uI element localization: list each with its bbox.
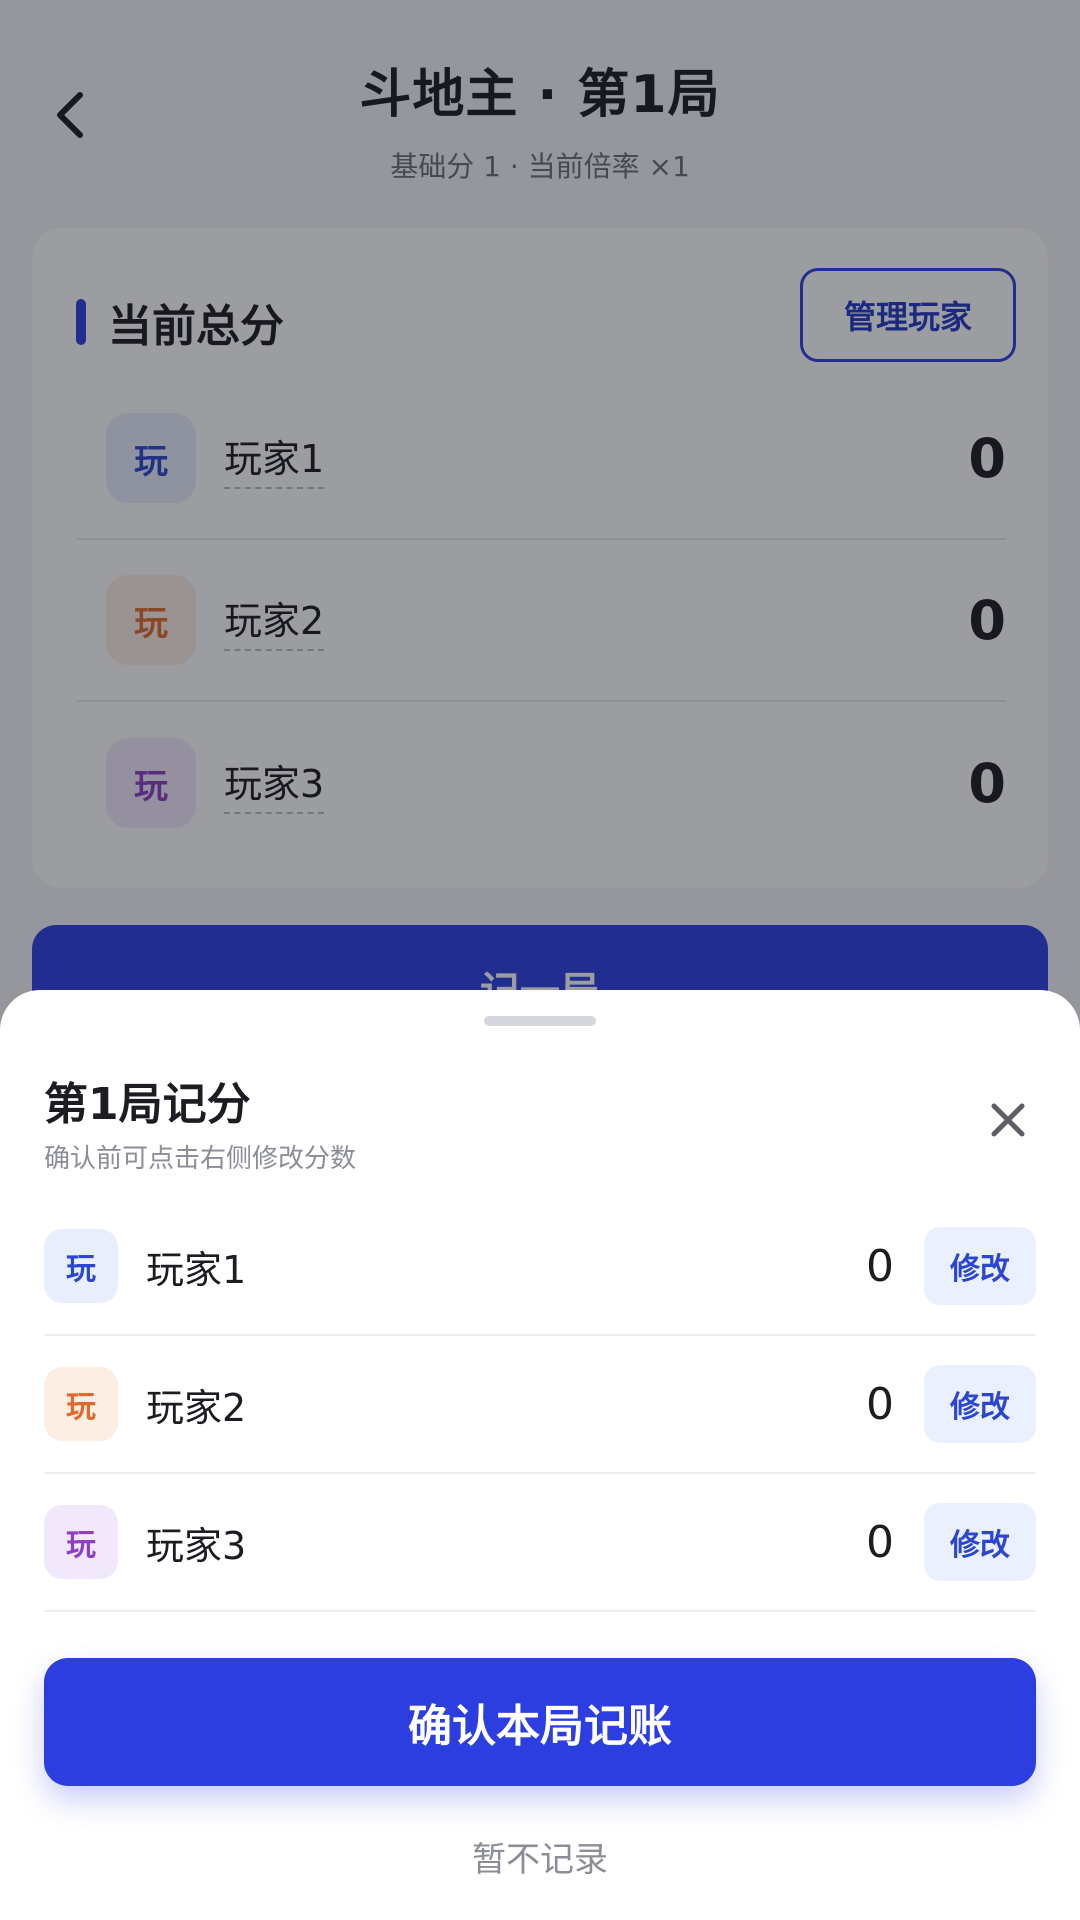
round-score-sheet: 第1局记分 确认前可点击右侧修改分数 玩 玩家1 0 修改 玩 玩家2 0 修改… — [0, 990, 1080, 1920]
avatar: 玩 — [44, 1367, 118, 1441]
sheet-title: 第1局记分 — [44, 1079, 251, 1130]
score-row: 玩 玩家1 0 修改 — [44, 1198, 1036, 1336]
score-row: 玩 玩家2 0 修改 — [44, 1336, 1036, 1474]
player-name: 玩家3 — [146, 1523, 247, 1568]
edit-score-button[interactable]: 修改 — [924, 1503, 1036, 1581]
score-row: 玩 玩家3 0 修改 — [44, 1474, 1036, 1612]
sheet-grabber[interactable] — [484, 1016, 596, 1026]
avatar: 玩 — [44, 1505, 118, 1579]
close-button[interactable] — [980, 1092, 1036, 1148]
edit-score-button[interactable]: 修改 — [924, 1227, 1036, 1305]
edit-score-button[interactable]: 修改 — [924, 1365, 1036, 1443]
close-icon — [991, 1103, 1025, 1137]
player-name: 玩家2 — [146, 1385, 247, 1430]
confirm-record-button[interactable]: 确认本局记账 — [44, 1658, 1036, 1786]
round-score: 0 — [866, 1240, 894, 1292]
skip-record-link[interactable]: 暂不记录 — [0, 1832, 1080, 1881]
avatar: 玩 — [44, 1229, 118, 1303]
sheet-subtitle: 确认前可点击右侧修改分数 — [44, 1144, 357, 1174]
round-score: 0 — [866, 1378, 894, 1430]
player-name: 玩家1 — [146, 1247, 247, 1292]
round-score: 0 — [866, 1516, 894, 1568]
